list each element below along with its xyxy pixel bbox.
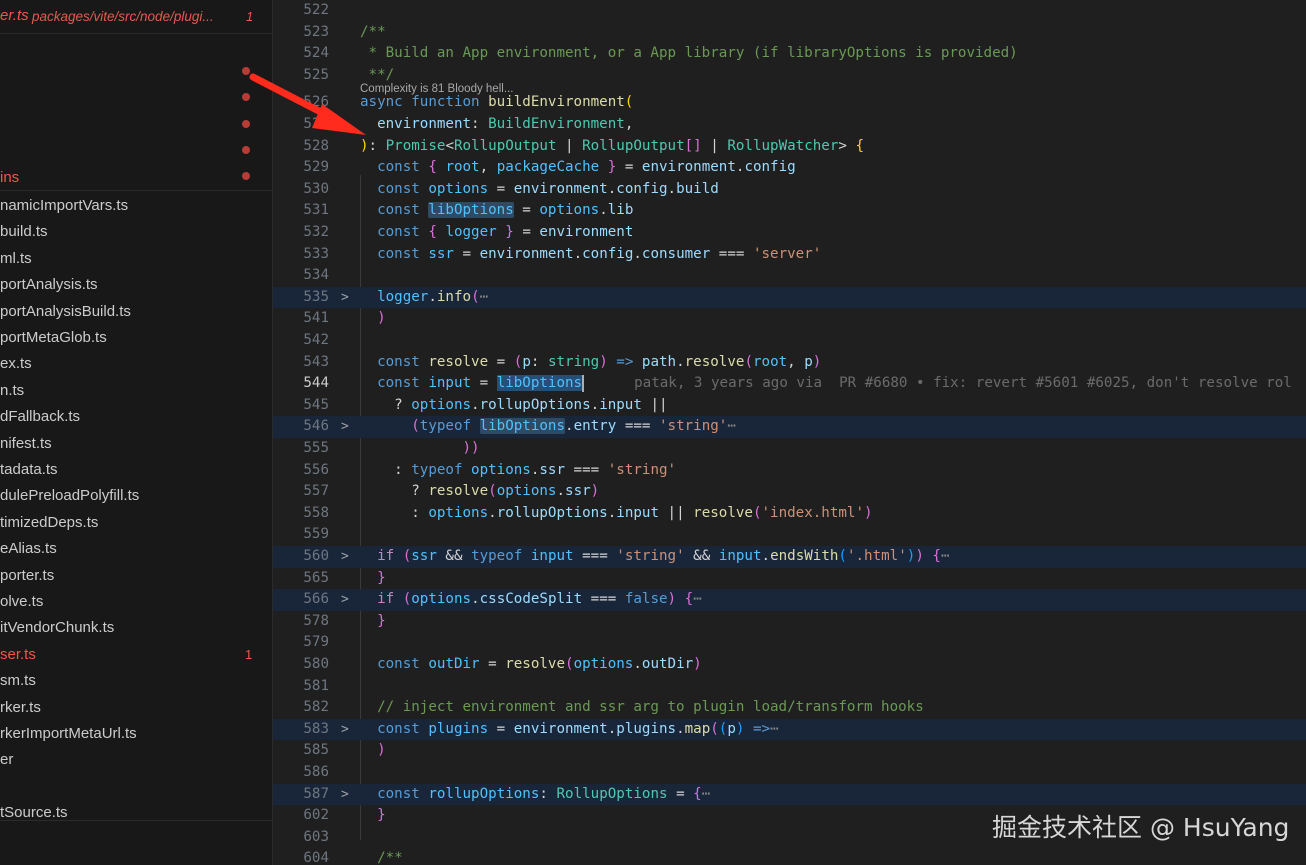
annotation-arrow-icon [249,73,366,135]
watermark: 掘金技术社区 @ HsuYang [992,813,1290,842]
